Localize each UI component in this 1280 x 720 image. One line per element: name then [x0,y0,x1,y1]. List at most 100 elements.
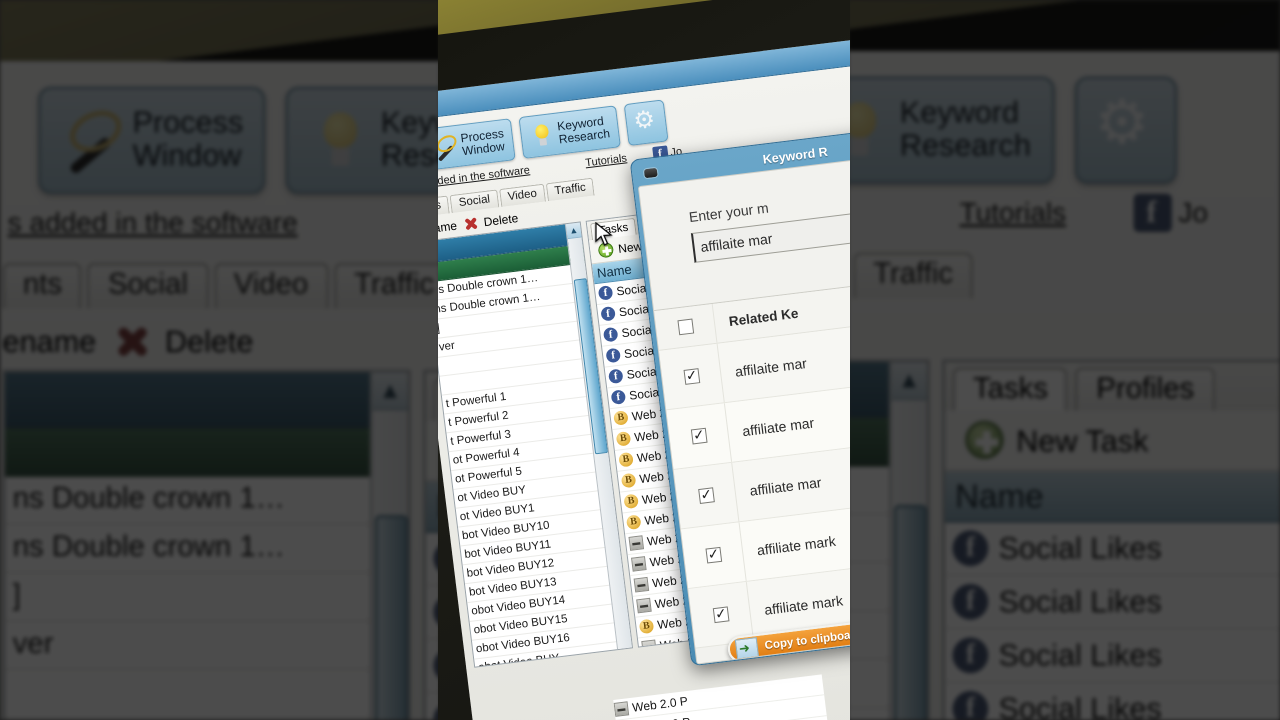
task-row[interactable]: f Social Likes [945,683,1280,720]
background-blur-left: Process Window Keyword Research s added … [0,0,440,720]
facebook-icon: f [952,637,989,674]
keyword-checkbox-cell[interactable] [691,604,750,626]
blogger-icon: B [615,431,632,447]
keyword-research-button[interactable]: Keyword Research [848,76,1054,184]
facebook-icon: f [952,583,989,620]
settings-button[interactable] [623,99,669,147]
left-scrollbar[interactable]: ▲ [369,372,408,720]
copy-to-clipboard-label: Copy to clipboard [764,628,850,653]
lightbulb-icon [309,110,370,171]
left-scrollbar[interactable]: ▲ [888,362,928,720]
lightbulb-icon [529,122,556,149]
keyword-text: affiliate mar [748,473,823,499]
rename-button[interactable]: ename [438,218,458,236]
keyword-text: affiliate mark [763,591,844,618]
category-tabs: nts Social Video Traffic [848,232,1280,299]
task-row[interactable]: fSocial Likes [944,523,1280,577]
task-row[interactable]: fSocial Likes [944,630,1280,684]
links-row: s added in the software Tutorials f Jo [848,184,1280,233]
blogger-icon: B [625,514,642,531]
tab-traffic[interactable]: Traffic [333,262,440,309]
tab-social[interactable]: Social [87,262,209,309]
tab-video[interactable]: Video [213,262,329,309]
chevron-up-icon[interactable]: ▲ [565,222,582,240]
left-scrollbar-thumb[interactable] [893,504,928,720]
left-list-row-selected[interactable] [5,372,408,429]
task-pane-tabs: Tasks Profiles [944,362,1280,411]
delete-button[interactable]: Delete [165,323,253,359]
task-rows-bottom-overflow: ▬Web 2.0 P▬Web 2.0 PBWeb 2.0 B▬Web 2.0 P… [613,674,834,720]
tutorials-link[interactable]: Tutorials [960,198,1067,229]
panes-container: ns Double crown 1…ns Double crown 1…]ver… [848,359,1280,720]
app-screen: Process Window Keyword Research s added … [438,32,850,720]
keyword-checkbox[interactable] [712,606,730,624]
keyword-research-label: Keyword Research [380,104,440,174]
select-all-cell[interactable] [656,316,715,338]
left-list-pane[interactable]: ns Double crown 1…ns Double crown 1…]ver… [2,369,411,720]
select-all-checkbox[interactable] [676,318,694,336]
keyword-checkbox[interactable] [683,368,700,385]
keyword-checkbox-cell[interactable] [676,485,735,507]
left-list-pane[interactable]: ns Double crown 1…ns Double crown 1…]ver… [848,359,930,720]
lightbulb-icon [848,99,890,160]
new-task-button[interactable]: New Task [944,410,1280,472]
keyword-checkbox-cell[interactable] [669,425,728,447]
facebook-icon: f [597,285,614,301]
keyword-text: affiliate mar [741,414,815,439]
process-window-label: Process Window [132,104,244,174]
tab-tasks[interactable]: Tasks [952,367,1069,411]
facebook-icon: f [952,691,989,720]
left-list-row[interactable]: ver [5,622,408,671]
left-list-row[interactable]: ns Double crown 1… [5,525,408,574]
task-row-label: Social Likes [998,530,1162,567]
background-blur-right: Process Window Keyword Research s added … [848,0,1280,720]
left-list-row-active[interactable] [5,428,408,477]
task-row-label: Social Likes [998,691,1162,720]
keyword-checkbox[interactable] [704,546,722,564]
settings-button[interactable] [1074,76,1177,184]
app-screen: Process Window Keyword Research s added … [848,0,1280,720]
rename-button[interactable]: ename [3,323,97,359]
facebook-icon: f [602,326,619,343]
screenshot-stage: Process Window Keyword Research s added … [0,0,1280,720]
facebook-label[interactable]: Jo [1178,198,1208,229]
facebook-icon: f [607,368,624,385]
blogger-icon: B [620,472,637,489]
ribbon-toolbar: Process Window Keyword Research [3,77,440,194]
red-x-icon [111,321,149,359]
blogger-icon: B [623,493,639,510]
left-list-row[interactable]: ] [5,574,408,623]
keyword-text: affilaite mar [734,354,808,380]
task-row-label: Social Likes [998,637,1162,674]
software-note: s added in the software [7,207,298,239]
task-pane[interactable]: Tasks Profiles New Task Name fSocial Lik… [942,359,1280,720]
chevron-up-icon[interactable]: ▲ [372,372,408,411]
left-list-rows: ns Double crown 1…ns Double crown 1…]ver… [5,372,408,720]
green-plus-icon [597,241,615,259]
tab-nts[interactable]: nts [2,262,83,309]
page-icon: ▬ [613,701,630,717]
category-tabs: nts Social Video Traffic [2,242,440,309]
left-scrollbar-thumb[interactable] [374,515,408,720]
keyword-checkbox[interactable] [697,487,715,505]
left-list-row[interactable]: ns Double crown 1… [5,477,408,526]
process-window-button[interactable]: Process Window [38,86,267,194]
tab-traffic[interactable]: Traffic [852,252,974,299]
command-row: ename Delete [3,309,440,370]
page-icon: ▬ [641,639,657,648]
keyword-research-button[interactable]: Keyword Research [286,86,440,194]
task-name-column-header[interactable]: Name [944,471,1280,523]
keyword-research-label: Keyword Research [899,94,1031,164]
facebook-icon[interactable]: f [1132,193,1171,233]
task-row[interactable]: fSocial Likes [944,576,1280,630]
left-list-row[interactable] [5,671,408,720]
wand-icon [438,134,459,161]
keyword-checkbox-cell[interactable] [662,366,721,388]
delete-button[interactable]: Delete [483,211,519,229]
keyword-checkbox[interactable] [690,427,708,445]
page-icon: ▬ [636,597,652,614]
keyword-checkbox-cell[interactable] [684,544,743,566]
blogger-icon: B [613,410,629,426]
chevron-up-icon[interactable]: ▲ [891,362,928,401]
tab-profiles[interactable]: Profiles [1075,367,1215,411]
